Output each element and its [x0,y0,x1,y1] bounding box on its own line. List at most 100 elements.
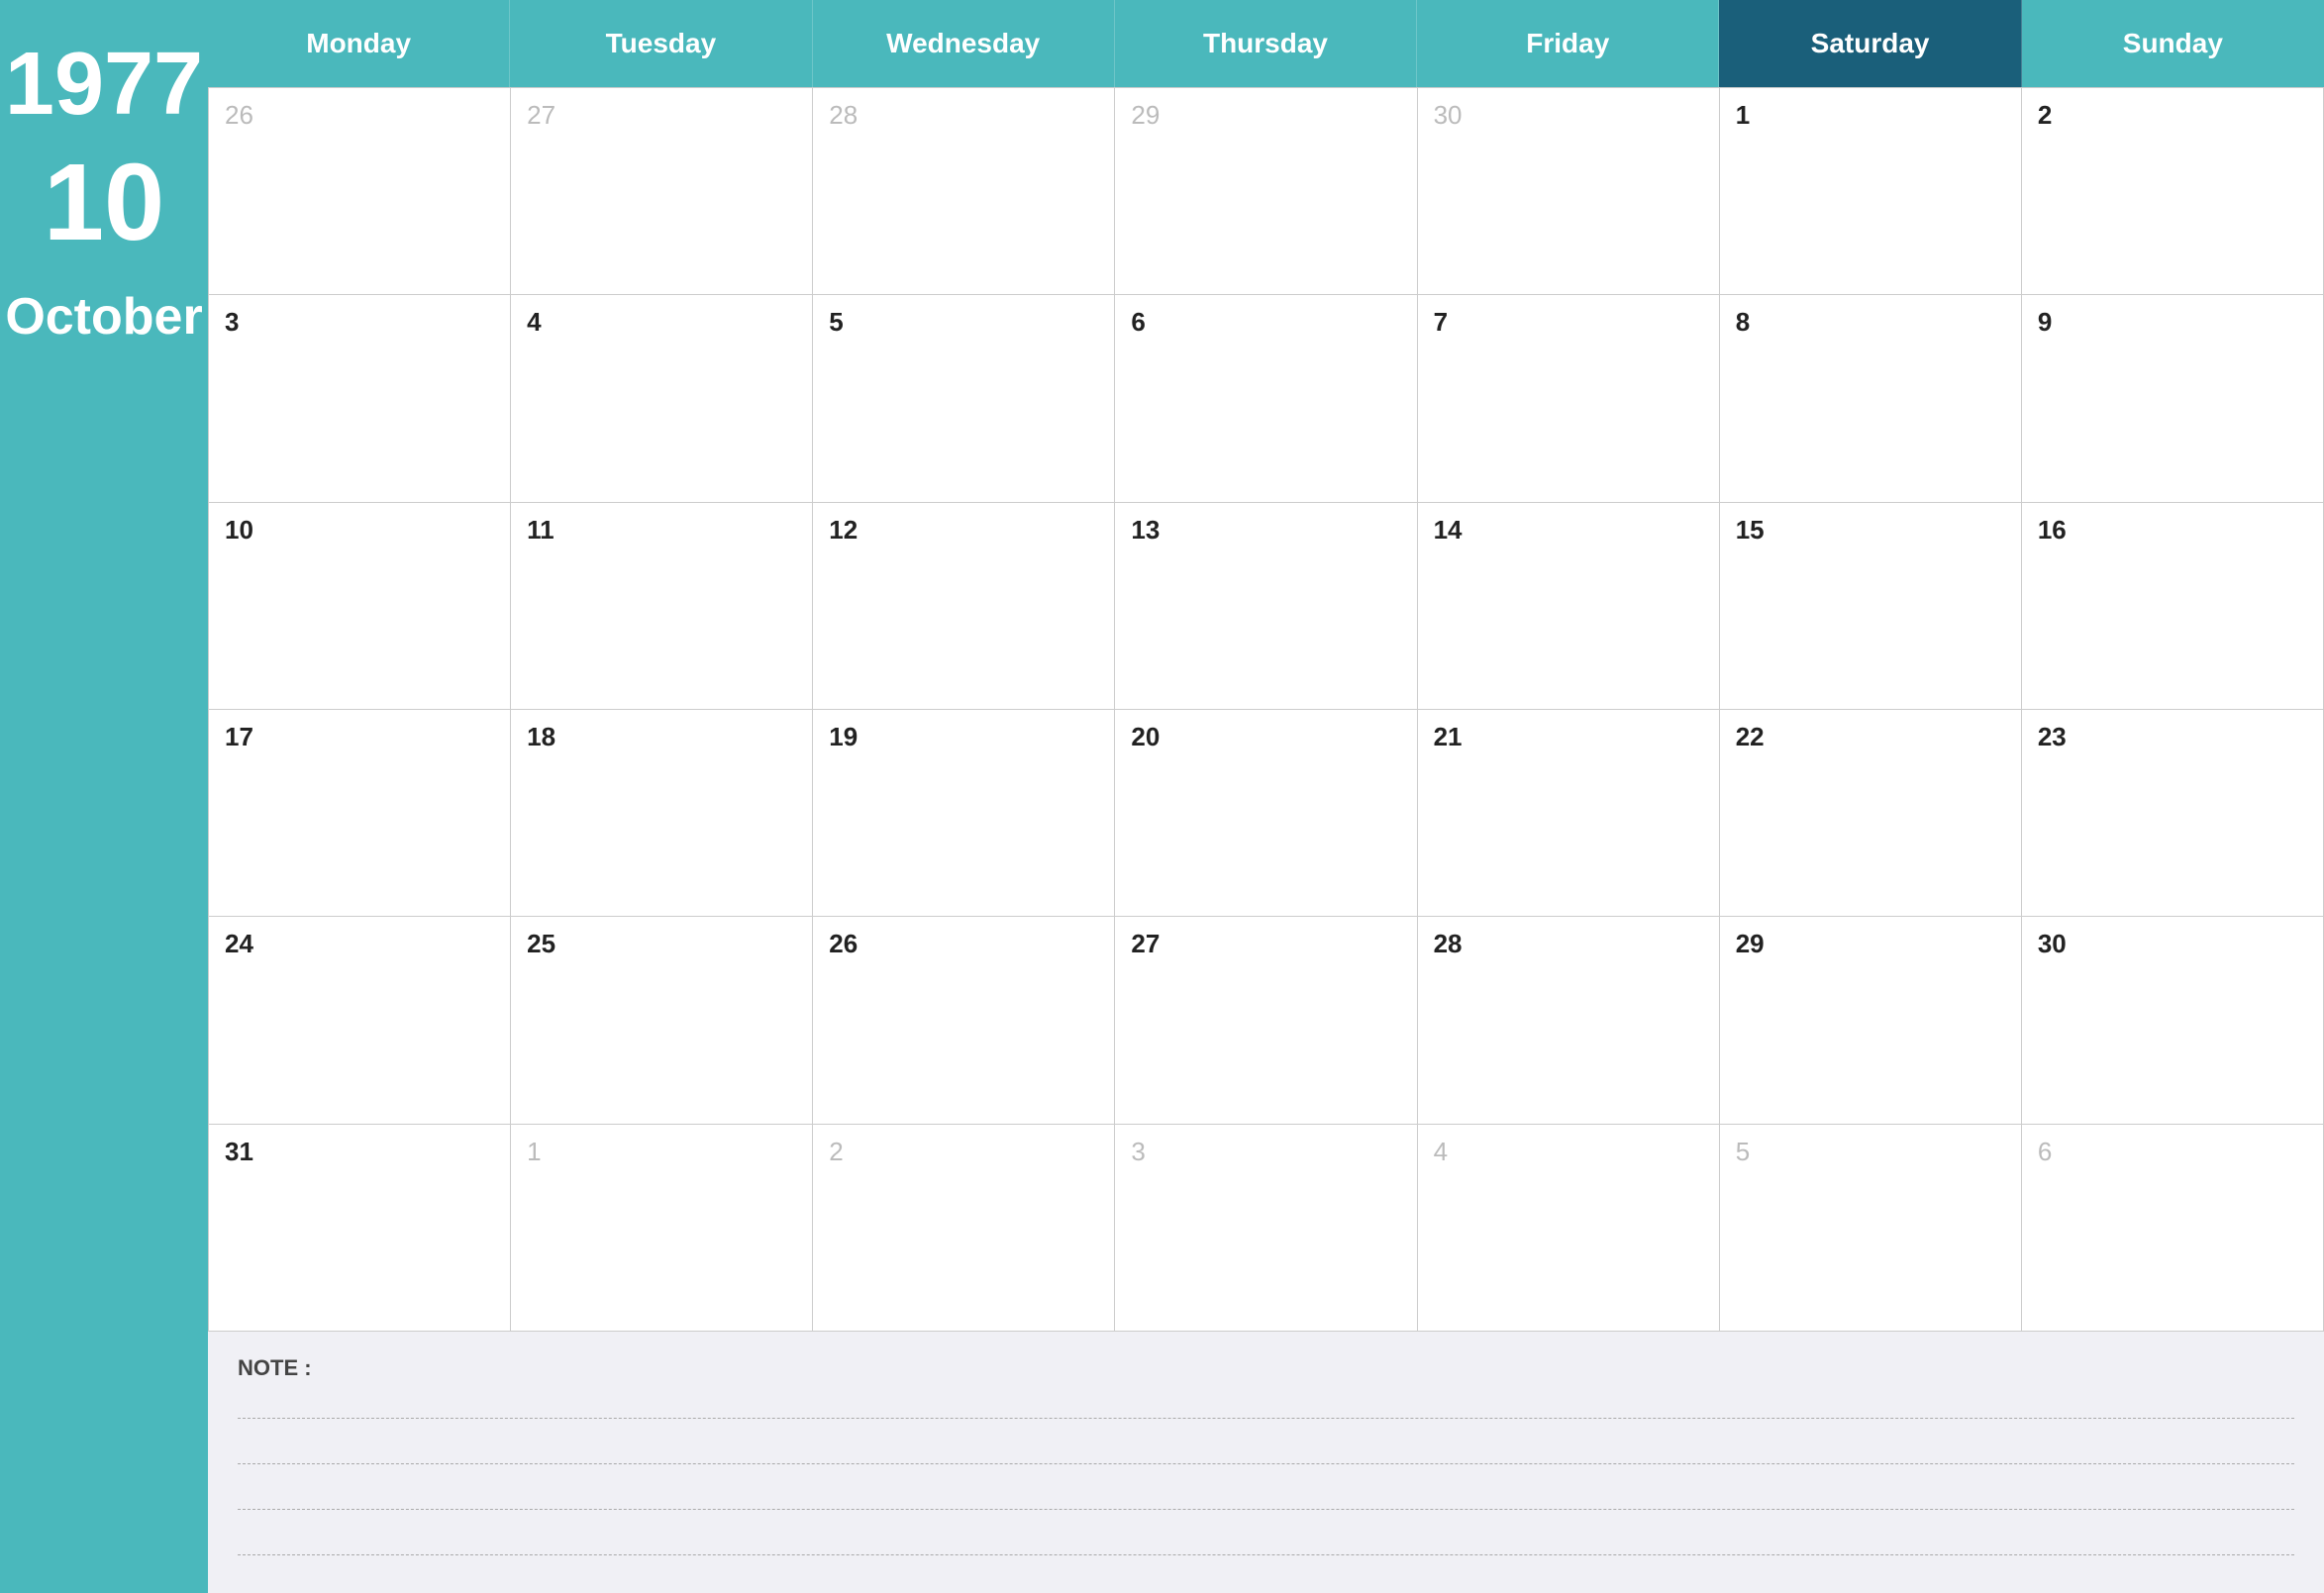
header-sunday: Sunday [2022,0,2324,87]
calendar-main: Monday Tuesday Wednesday Thursday Friday… [208,0,2324,1593]
day-cell: 27 [511,88,813,295]
day-cell: 5 [1720,1125,2022,1332]
days-grid: 2627282930123456789101112131415161718192… [208,87,2324,1332]
day-cell: 13 [1115,503,1417,710]
day-cell: 29 [1720,917,2022,1124]
day-number: 29 [1736,929,2005,959]
day-number: 6 [1131,307,1400,338]
day-cell: 2 [2022,88,2324,295]
notes-line-4 [238,1528,2294,1555]
day-cell: 23 [2022,710,2324,917]
day-cell: 7 [1418,295,1720,502]
header-thursday: Thursday [1115,0,1417,87]
day-cell: 9 [2022,295,2324,502]
day-cell: 24 [209,917,511,1124]
day-cell: 1 [1720,88,2022,295]
day-number: 17 [225,722,494,752]
day-cell: 17 [209,710,511,917]
day-number: 12 [829,515,1098,546]
day-cell: 2 [813,1125,1115,1332]
day-cell: 4 [1418,1125,1720,1332]
day-number: 28 [1434,929,1703,959]
notes-label: NOTE : [238,1355,2294,1381]
day-cell: 8 [1720,295,2022,502]
day-number: 3 [225,307,494,338]
day-cell: 4 [511,295,813,502]
day-number: 23 [2038,722,2307,752]
day-cell: 31 [209,1125,511,1332]
day-number: 22 [1736,722,2005,752]
day-cell: 21 [1418,710,1720,917]
day-cell: 10 [209,503,511,710]
day-cell: 6 [1115,295,1417,502]
day-cell: 26 [813,917,1115,1124]
calendar-sidebar: 1977 10 October [0,0,208,1593]
day-cell: 28 [1418,917,1720,1124]
month-number-display: 10 [44,149,164,257]
day-cell: 19 [813,710,1115,917]
day-cell: 30 [2022,917,2324,1124]
calendar-header-row: Monday Tuesday Wednesday Thursday Friday… [208,0,2324,87]
day-number: 25 [527,929,796,959]
day-number: 30 [2038,929,2307,959]
header-friday: Friday [1417,0,1719,87]
day-number: 8 [1736,307,2005,338]
header-tuesday: Tuesday [510,0,812,87]
day-number: 6 [2038,1137,2307,1167]
day-number: 27 [527,100,796,131]
day-number: 26 [829,929,1098,959]
day-cell: 5 [813,295,1115,502]
day-number: 21 [1434,722,1703,752]
day-cell: 20 [1115,710,1417,917]
day-number: 7 [1434,307,1703,338]
day-cell: 6 [2022,1125,2324,1332]
calendar-grid: Monday Tuesday Wednesday Thursday Friday… [208,0,2324,1332]
day-number: 31 [225,1137,494,1167]
day-number: 1 [1736,100,2005,131]
day-number: 26 [225,100,494,131]
month-name-display: October [5,287,202,347]
day-number: 29 [1131,100,1400,131]
day-cell: 27 [1115,917,1417,1124]
day-cell: 16 [2022,503,2324,710]
notes-section: NOTE : [208,1332,2324,1593]
day-cell: 25 [511,917,813,1124]
day-number: 1 [527,1137,796,1167]
notes-line-2 [238,1437,2294,1464]
day-number: 27 [1131,929,1400,959]
notes-line-3 [238,1482,2294,1510]
day-number: 14 [1434,515,1703,546]
day-number: 5 [829,307,1098,338]
day-number: 4 [527,307,796,338]
day-number: 11 [527,515,796,546]
day-number: 4 [1434,1137,1703,1167]
day-cell: 22 [1720,710,2022,917]
day-number: 9 [2038,307,2307,338]
day-cell: 18 [511,710,813,917]
day-cell: 1 [511,1125,813,1332]
day-cell: 26 [209,88,511,295]
day-cell: 11 [511,503,813,710]
calendar-container: 1977 10 October Monday Tuesday Wednesday… [0,0,2324,1593]
day-number: 10 [225,515,494,546]
day-number: 24 [225,929,494,959]
day-cell: 30 [1418,88,1720,295]
year-display: 1977 [5,40,203,129]
day-number: 5 [1736,1137,2005,1167]
day-cell: 12 [813,503,1115,710]
day-number: 20 [1131,722,1400,752]
day-cell: 3 [209,295,511,502]
day-number: 15 [1736,515,2005,546]
day-cell: 15 [1720,503,2022,710]
day-number: 18 [527,722,796,752]
day-number: 3 [1131,1137,1400,1167]
day-number: 2 [2038,100,2307,131]
day-number: 16 [2038,515,2307,546]
day-cell: 3 [1115,1125,1417,1332]
day-number: 19 [829,722,1098,752]
notes-line-1 [238,1391,2294,1419]
header-monday: Monday [208,0,510,87]
day-cell: 14 [1418,503,1720,710]
day-number: 30 [1434,100,1703,131]
day-cell: 29 [1115,88,1417,295]
